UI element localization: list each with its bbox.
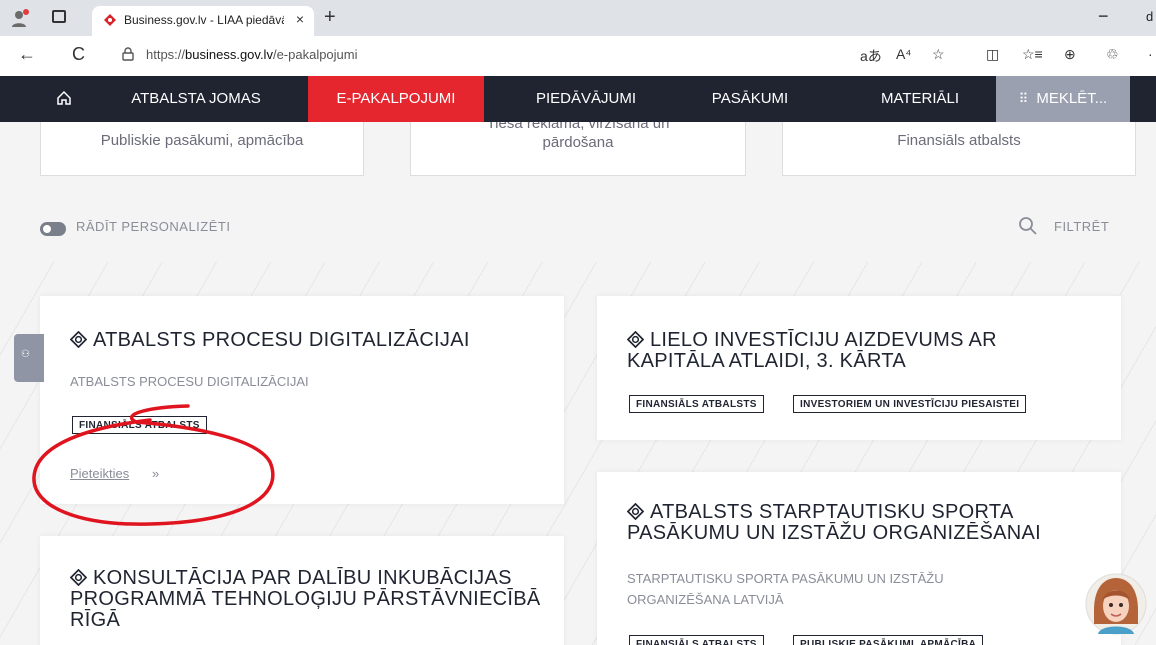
address-bar-row: ← C https://business.gov.lv/e-pakalpojum…: [0, 36, 1156, 76]
split-screen-icon[interactable]: ◫: [986, 46, 999, 63]
extensions-icon[interactable]: ♲: [1106, 46, 1119, 63]
home-icon: [57, 90, 71, 105]
apply-arrow-icon: »: [152, 466, 160, 481]
nav-atbalsta-jomas[interactable]: ATBALSTA JOMAS: [110, 76, 282, 122]
accessibility-icon: ⚇: [21, 349, 30, 360]
category-label: Finansiāls atbalsts: [897, 132, 1021, 149]
window-control-clipped[interactable]: d: [1146, 9, 1153, 24]
e-service-icon: [627, 503, 644, 520]
read-aloud-icon[interactable]: A⁴: [896, 46, 911, 62]
tab-close-icon[interactable]: ×: [296, 11, 304, 27]
card-title[interactable]: ATBALSTS PROCESU DIGITALIZĀCIJAI: [70, 330, 470, 351]
browser-tab-bar: Business.gov.lv - LIAA piedāvātie × + − …: [0, 0, 1156, 36]
service-card-digitalization[interactable]: ATBALSTS PROCESU DIGITALIZĀCIJAI ATBALST…: [40, 296, 564, 504]
category-label: Publiskie pasākumi, apmācība: [100, 132, 304, 149]
category-label: pārdošana: [542, 134, 614, 151]
lock-icon[interactable]: [122, 47, 134, 61]
category-card-advertising[interactable]: Tiešā reklāma, virzīšana un pārdošana: [410, 122, 746, 176]
profile-icon[interactable]: [10, 8, 30, 28]
back-button[interactable]: ←: [18, 44, 36, 65]
translate-icon[interactable]: aあ: [860, 46, 882, 66]
more-icon[interactable]: ·: [1148, 46, 1153, 62]
url-text: https://business.gov.lv/e-pakalpojumi: [146, 47, 358, 62]
tag-finance[interactable]: FINANSIĀLS ATBALSTS: [629, 395, 764, 413]
site-favicon-icon: [104, 14, 116, 26]
e-service-icon: [70, 331, 87, 348]
tag-finance[interactable]: FINANSIĀLS ATBALSTS: [72, 416, 207, 434]
nav-search[interactable]: ⠿ MEKLĒT...: [996, 76, 1130, 122]
card-title-text: KONSULTĀCIJA PAR DALĪBU INKUBĀCIJAS: [93, 567, 512, 589]
tag-public-events[interactable]: PUBLISKIE PASĀKUMI, APMĀCĪBA: [793, 635, 984, 645]
nav-piedavajumi[interactable]: PIEDĀVĀJUMI: [506, 76, 666, 122]
personalize-label[interactable]: RĀDĪT PERSONALIZĒTI: [76, 219, 230, 234]
category-card-finance[interactable]: Finansiāls atbalsts: [782, 122, 1136, 176]
card-title-text: PROGRAMMĀ TEHNOLOĢIJU PĀRSTĀVNIECĪBĀ: [70, 588, 541, 610]
card-title-text: LIELO INVESTĪCIJU AIZDEVUMS AR: [650, 329, 997, 351]
search-icon[interactable]: [1018, 216, 1038, 236]
site-navigation: ATBALSTA JOMAS E-PAKALPOJUMI PIEDĀVĀJUMI…: [0, 76, 1156, 122]
card-title-text: ATBALSTS PROCESU DIGITALIZĀCIJAI: [93, 329, 470, 351]
filter-label[interactable]: FILTRĒT: [1054, 219, 1109, 234]
nav-search-label: MEKLĒT...: [1036, 90, 1108, 107]
card-description: STARPTAUTISKU SPORTA PASĀKUMU UN IZSTĀŽU…: [627, 571, 944, 607]
tag-finance[interactable]: FINANSIĀLS ATBALSTS: [629, 635, 764, 645]
card-title-text: RĪGĀ: [70, 609, 121, 631]
e-service-icon: [70, 569, 87, 586]
browser-tab[interactable]: Business.gov.lv - LIAA piedāvātie ×: [92, 6, 314, 36]
assistant-avatar-icon[interactable]: [1084, 570, 1148, 638]
nav-pasakumi[interactable]: PASĀKUMI: [690, 76, 810, 122]
page-content: Publiskie pasākumi, apmācība Tiešā reklā…: [0, 122, 1156, 645]
service-card-incubation[interactable]: KONSULTĀCIJA PAR DALĪBU INKUBĀCIJAS PROGR…: [40, 536, 564, 645]
category-label: Tiešā reklāma, virzīšana un: [486, 122, 670, 132]
card-title-text: PASĀKUMU UN IZSTĀŽU ORGANIZĒŠANAI: [627, 522, 1042, 544]
grid-icon: ⠿: [1018, 91, 1029, 106]
apply-link[interactable]: Pieteikties: [70, 466, 129, 481]
favorites-icon[interactable]: ☆≡: [1022, 46, 1043, 63]
service-card-investment-loan[interactable]: LIELO INVESTĪCIJU AIZDEVUMS AR KAPITĀLA A…: [597, 296, 1121, 440]
nav-materiali[interactable]: MATERIĀLI: [850, 76, 990, 122]
new-tab-button[interactable]: +: [324, 6, 336, 29]
accessibility-tab[interactable]: ⚇: [14, 334, 44, 382]
card-title-text: KAPITĀLA ATLAIDI, 3. KĀRTA: [627, 350, 907, 372]
minimize-button[interactable]: −: [1098, 6, 1109, 27]
tab-actions-icon[interactable]: [52, 10, 66, 23]
category-card-events[interactable]: Publiskie pasākumi, apmācība: [40, 122, 364, 176]
e-service-icon: [627, 331, 644, 348]
card-title-text: ATBALSTS STARPTAUTISKU SPORTA: [650, 501, 1014, 523]
personalize-toggle[interactable]: [40, 222, 66, 236]
card-title[interactable]: LIELO INVESTĪCIJU AIZDEVUMS AR KAPITĀLA A…: [627, 330, 997, 372]
nav-e-pakalpojumi[interactable]: E-PAKALPOJUMI: [308, 76, 484, 122]
collections-icon[interactable]: ⊕: [1064, 46, 1076, 63]
reload-button[interactable]: C: [72, 44, 85, 65]
service-card-sport-events[interactable]: ATBALSTS STARPTAUTISKU SPORTA PASĀKUMU UN…: [597, 472, 1121, 645]
tag-investors[interactable]: INVESTORIEM UN INVESTĪCIJU PIESAISTEI: [793, 395, 1027, 413]
card-title[interactable]: ATBALSTS STARPTAUTISKU SPORTA PASĀKUMU UN…: [627, 502, 1041, 544]
home-link[interactable]: [44, 76, 84, 122]
tab-title: Business.gov.lv - LIAA piedāvātie: [124, 13, 284, 27]
card-description: ATBALSTS PROCESU DIGITALIZĀCIJAI: [70, 374, 309, 389]
card-title[interactable]: KONSULTĀCIJA PAR DALĪBU INKUBĀCIJAS PROGR…: [70, 568, 541, 631]
url-field[interactable]: https://business.gov.lv/e-pakalpojumi: [112, 42, 932, 68]
favorite-star-icon[interactable]: ☆: [932, 46, 945, 63]
